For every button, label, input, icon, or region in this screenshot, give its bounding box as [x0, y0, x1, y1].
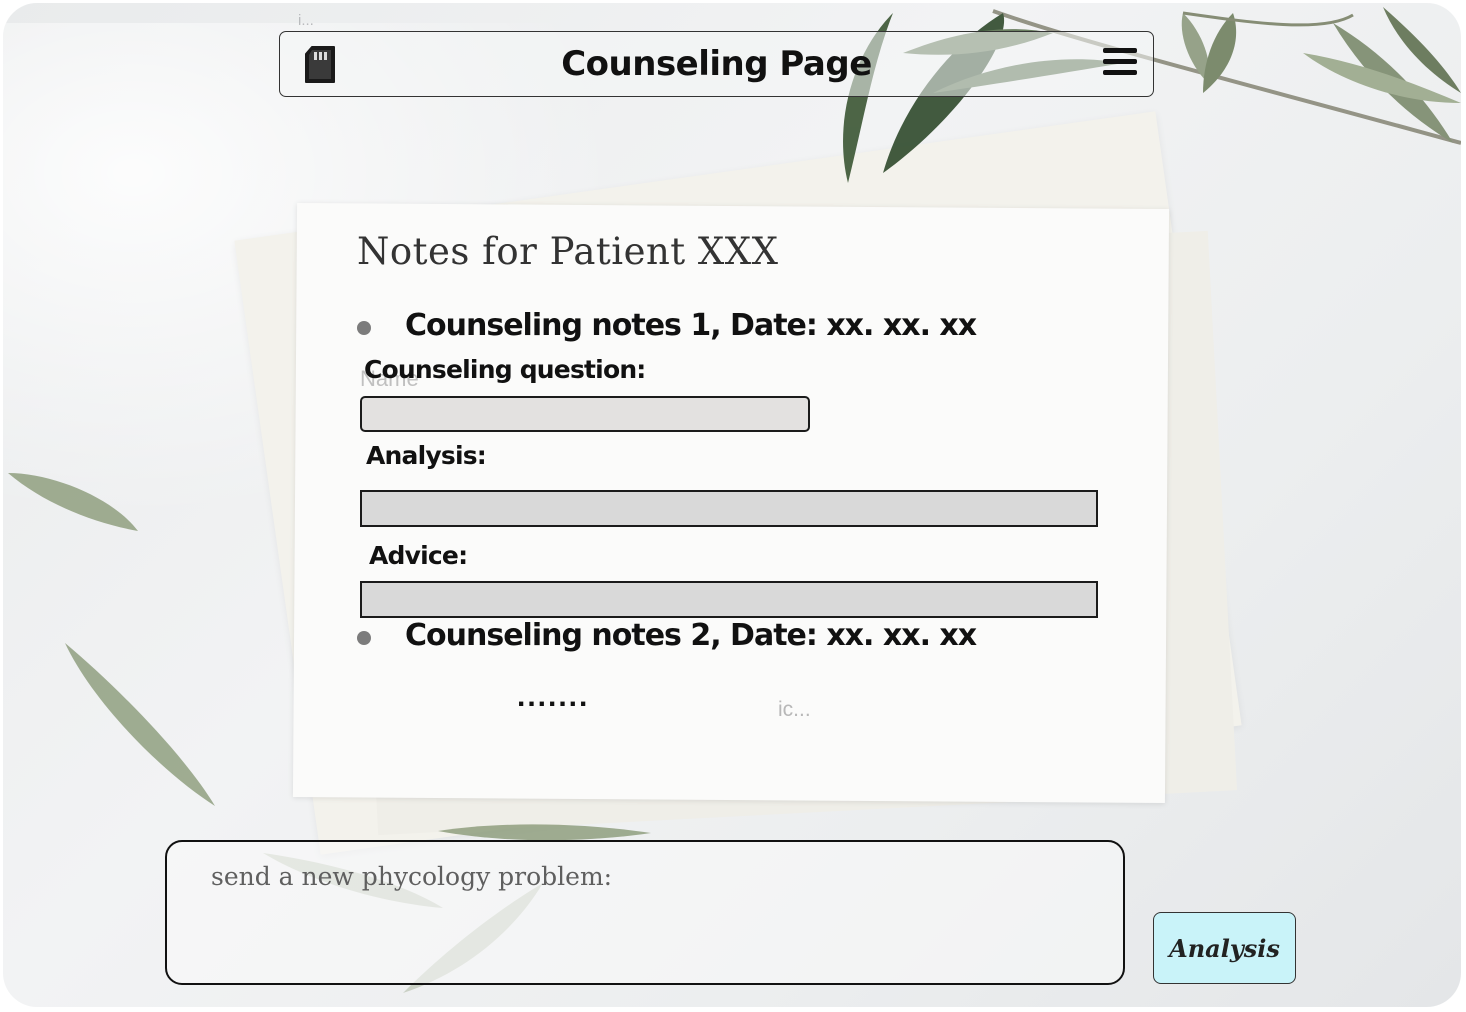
advice-label: Advice: [369, 541, 468, 570]
ghost-label-top: i... [298, 12, 314, 29]
hamburger-menu-icon[interactable] [1103, 48, 1137, 80]
counseling-question-label: Counseling question: [364, 355, 646, 384]
top-bar: Counseling Page [279, 31, 1154, 97]
ghost-ic-label: ic... [778, 698, 811, 721]
analysis-button[interactable]: Analysis [1153, 912, 1296, 984]
analysis-field[interactable] [360, 490, 1098, 527]
problem-input[interactable] [211, 862, 1071, 962]
note-heading-1: Counseling notes 1, Date: xx. xx. xx [405, 308, 977, 343]
notes-title: Notes for Patient XXX [357, 230, 779, 273]
note-heading-2: Counseling notes 2, Date: xx. xx. xx [405, 618, 977, 653]
more-notes-ellipsis: ....... [517, 680, 590, 713]
counseling-question-field[interactable] [360, 396, 810, 432]
advice-field[interactable] [360, 581, 1098, 618]
analysis-label: Analysis: [366, 441, 487, 470]
bullet-icon [357, 321, 371, 335]
problem-composer [165, 840, 1125, 985]
page-title: Counseling Page [561, 44, 872, 84]
bullet-icon [357, 631, 371, 645]
